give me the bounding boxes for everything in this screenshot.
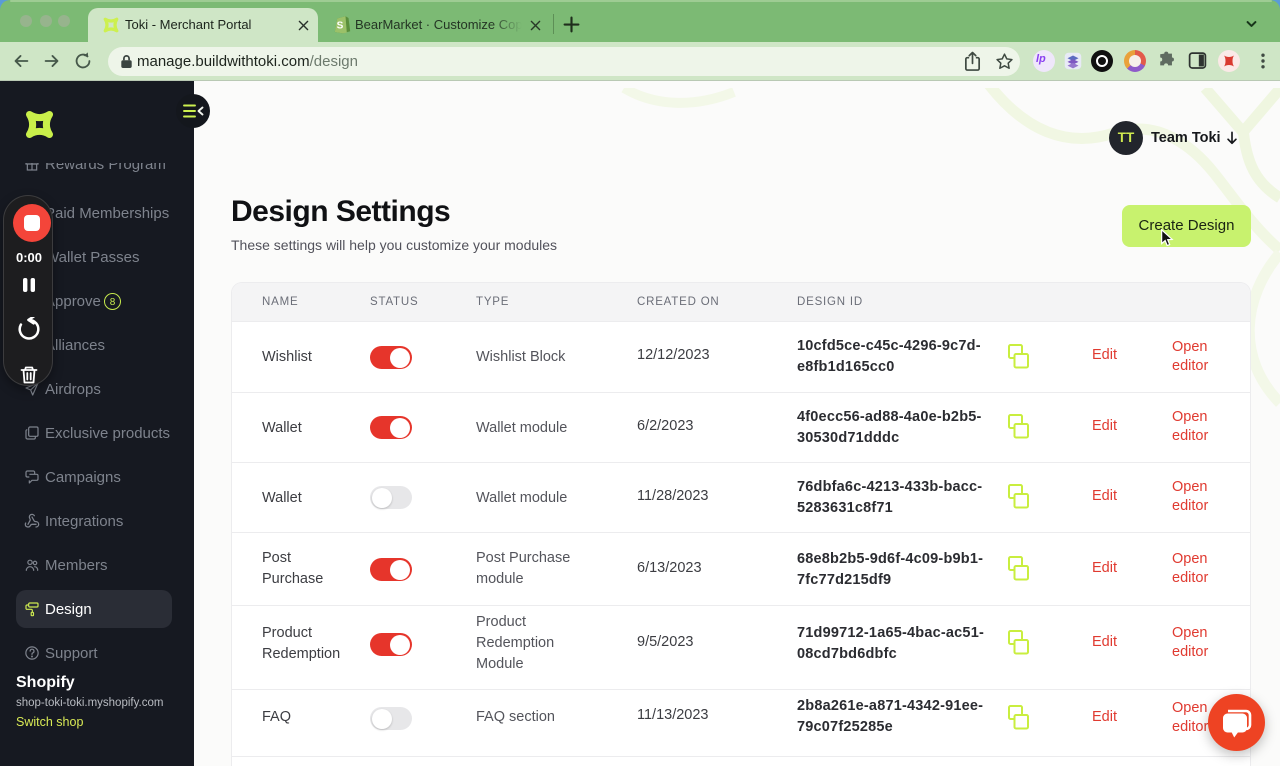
svg-text:S: S	[337, 21, 344, 32]
